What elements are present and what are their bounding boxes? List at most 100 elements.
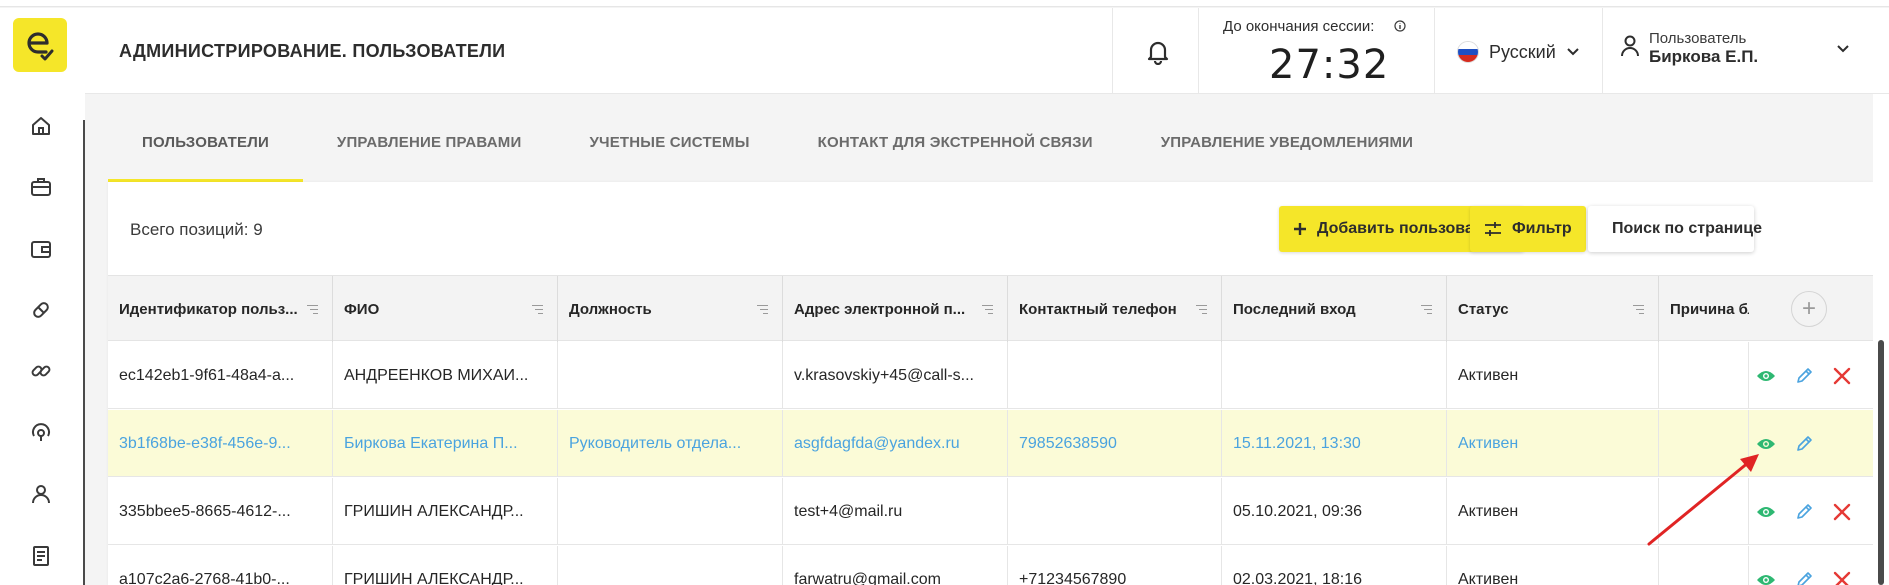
row-actions (1755, 546, 1853, 585)
cell-email: asgfdagfda@yandex.ru (783, 410, 1008, 477)
tab-notification-management[interactable]: УПРАВЛЕНИЕ УВЕДОМЛЕНИЯМИ (1127, 118, 1447, 182)
user-menu[interactable]: Пользователь Биркова Е.П. (1621, 31, 1758, 66)
total-count: Всего позиций: 9 (130, 220, 263, 239)
column-header-block-reason[interactable]: Причина бл (1659, 276, 1749, 342)
cell-block-reason (1659, 478, 1749, 545)
support-icon[interactable] (28, 420, 54, 446)
cell-status: Активен (1447, 546, 1659, 585)
pills-icon[interactable] (28, 297, 54, 323)
delete-x-icon[interactable] (1831, 569, 1853, 585)
tab-rights-management[interactable]: УПРАВЛЕНИЕ ПРАВАМИ (303, 118, 556, 182)
cell-id: ec142eb1-9f61-48a4-a... (108, 342, 333, 409)
scrollbar-thumb[interactable] (1878, 340, 1884, 585)
cell-phone: +71234567890 (1008, 546, 1222, 585)
logo-icon (27, 32, 54, 61)
user-avatar-icon (1621, 35, 1639, 57)
table-row-selected[interactable]: 3b1f68be-e38f-456e-9... Биркова Екатерин… (108, 410, 1873, 477)
plus-icon (1294, 223, 1306, 235)
cell-phone (1008, 342, 1222, 409)
column-menu-icon[interactable] (757, 305, 768, 317)
app-logo[interactable] (13, 18, 67, 72)
edit-pencil-icon[interactable] (1793, 569, 1815, 585)
user-icon[interactable] (28, 481, 54, 507)
cell-status: Активен (1447, 342, 1659, 409)
edit-pencil-icon[interactable] (1793, 501, 1815, 523)
cell-phone (1008, 478, 1222, 545)
column-header-id[interactable]: Идентификатор польз... (108, 276, 333, 342)
cell-last-login (1222, 342, 1447, 409)
document-icon[interactable] (28, 543, 54, 569)
cell-id: 3b1f68be-e38f-456e-9... (108, 410, 333, 477)
column-menu-icon[interactable] (532, 305, 543, 317)
table-row[interactable]: a107c2a6-2768-41b0-... ГРИШИН АЛЕКСАНДР.… (108, 546, 1873, 585)
table-row[interactable]: 335bbee5-8665-4612-... ГРИШИН АЛЕКСАНДР.… (108, 478, 1873, 545)
wallet-icon[interactable] (28, 236, 54, 262)
column-menu-icon[interactable] (1421, 305, 1432, 317)
cell-fio: АНДРЕЕНКОВ МИХАИ... (333, 342, 558, 409)
table-header: Идентификатор польз... ФИО Должность Адр… (108, 275, 1873, 342)
header-divider (1112, 8, 1113, 94)
cell-position (558, 478, 783, 545)
column-menu-icon[interactable] (307, 305, 318, 317)
tab-users[interactable]: ПОЛЬЗОВАТЕЛИ (108, 118, 303, 182)
cell-status: Активен (1447, 410, 1659, 477)
language-selector[interactable]: Русский (1457, 41, 1580, 63)
page-search-button[interactable]: Поиск по странице (1588, 206, 1762, 252)
delete-x-icon[interactable] (1831, 365, 1853, 387)
edit-pencil-icon[interactable] (1793, 365, 1815, 387)
column-header-phone[interactable]: Контактный телефон (1008, 276, 1222, 342)
cell-last-login: 02.03.2021, 18:16 (1222, 546, 1447, 585)
tab-bar: ПОЛЬЗОВАТЕЛИ УПРАВЛЕНИЕ ПРАВАМИ УЧЕТНЫЕ … (108, 118, 1447, 182)
column-header-last-login[interactable]: Последний вход (1222, 276, 1447, 342)
header-divider (1434, 8, 1435, 94)
language-label: Русский (1489, 41, 1556, 62)
table-row[interactable]: ec142eb1-9f61-48a4-a... АНДРЕЕНКОВ МИХАИ… (108, 342, 1873, 409)
view-eye-icon[interactable] (1755, 433, 1777, 455)
info-icon[interactable] (1394, 19, 1406, 37)
home-icon[interactable] (28, 113, 54, 139)
tab-accounting-systems[interactable]: УЧЕТНЫЕ СИСТЕМЫ (555, 118, 783, 182)
add-column-button[interactable]: + (1791, 291, 1827, 327)
column-header-position[interactable]: Должность (558, 276, 783, 342)
cell-fio: ГРИШИН АЛЕКСАНДР... (333, 478, 558, 545)
cell-status: Активен (1447, 478, 1659, 545)
cell-phone: 79852638590 (1008, 410, 1222, 477)
notifications-bell-icon[interactable] (1140, 34, 1176, 70)
row-actions (1755, 342, 1853, 409)
column-header-email[interactable]: Адрес электронной п... (783, 276, 1008, 342)
delete-x-icon[interactable] (1831, 501, 1853, 523)
cell-fio: ГРИШИН АЛЕКСАНДР... (333, 546, 558, 585)
tab-emergency-contact[interactable]: КОНТАКТ ДЛЯ ЭКСТРЕННОЙ СВЯЗИ (784, 118, 1127, 182)
app-window: АДМИНИСТРИРОВАНИЕ. ПОЛЬЗОВАТЕЛИ До оконч… (0, 0, 1889, 585)
cell-email: v.krasovskiy+45@call-s... (783, 342, 1008, 409)
edit-pencil-icon[interactable] (1793, 433, 1815, 455)
users-panel: Всего позиций: 9 Добавить пользователя Ф… (108, 182, 1873, 585)
link-icon[interactable] (28, 358, 54, 384)
filter-label: Фильтр (1512, 220, 1572, 237)
column-menu-icon[interactable] (982, 305, 993, 317)
user-menu-chevron-icon[interactable] (1836, 41, 1850, 59)
header-divider (1602, 8, 1603, 94)
view-eye-icon[interactable] (1755, 569, 1777, 585)
cell-block-reason (1659, 342, 1749, 409)
column-menu-icon[interactable] (1196, 305, 1207, 317)
page-search-label: Поиск по странице (1612, 220, 1762, 237)
column-header-fio[interactable]: ФИО (333, 276, 558, 342)
cell-email: farwatru@gmail.com (783, 546, 1008, 585)
session-label: До окончания сессии: (1223, 18, 1375, 35)
column-header-status[interactable]: Статус (1447, 276, 1659, 342)
filter-button[interactable]: Фильтр (1470, 206, 1586, 252)
user-role: Пользователь (1649, 30, 1747, 47)
sidebar (0, 8, 85, 585)
filter-sliders-icon (1485, 222, 1501, 236)
russian-flag-icon (1457, 41, 1479, 63)
row-actions (1755, 478, 1853, 545)
view-eye-icon[interactable] (1755, 501, 1777, 523)
header-divider (1198, 8, 1199, 94)
session-timer: 27:32 (1269, 42, 1390, 88)
column-menu-icon[interactable] (1633, 305, 1644, 317)
briefcase-icon[interactable] (28, 174, 54, 200)
cell-position: Руководитель отдела... (558, 410, 783, 477)
cell-last-login: 05.10.2021, 09:36 (1222, 478, 1447, 545)
view-eye-icon[interactable] (1755, 365, 1777, 387)
